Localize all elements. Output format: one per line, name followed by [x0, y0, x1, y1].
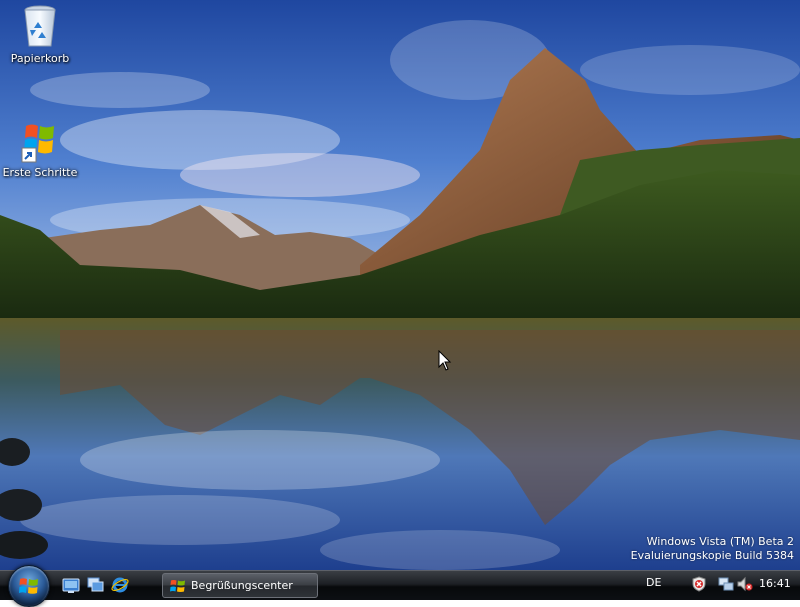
mouse-pointer-icon — [438, 350, 452, 371]
taskbar-button-welcome-center[interactable]: Begrüßungscenter — [162, 573, 318, 598]
desktop[interactable]: Papierkorb Erste Schritte Windows Vista … — [0, 0, 800, 570]
recycle-bin-label: Papierkorb — [10, 52, 70, 65]
notification-area: 16:41 — [680, 571, 800, 600]
system-clock[interactable]: 16:41 — [759, 577, 791, 590]
volume-muted-icon[interactable] — [737, 576, 753, 592]
switch-windows-icon[interactable] — [87, 576, 105, 594]
watermark-line-1: Windows Vista (TM) Beta 2 — [646, 535, 794, 548]
wallpaper-lake-mountain — [0, 0, 800, 570]
windows-flag-shortcut-icon — [21, 124, 54, 163]
language-indicator[interactable]: DE — [646, 576, 661, 589]
recycle-bin-icon — [24, 5, 56, 47]
windows-logo-icon — [19, 578, 38, 594]
build-watermark: Windows Vista (TM) Beta 2 Evaluierungsko… — [631, 535, 794, 563]
windows-flag-icon — [170, 580, 185, 592]
desktop-icon-getting-started[interactable]: Erste Schritte — [0, 116, 80, 179]
watermark-line-2: Evaluierungskopie Build 5384 — [630, 549, 794, 562]
taskbar: Begrüßungscenter DE 16:41 — [0, 565, 800, 607]
taskbar-button-label: Begrüßungscenter — [191, 579, 293, 592]
start-button[interactable] — [8, 565, 50, 607]
security-shield-icon[interactable] — [691, 576, 707, 592]
desktop-icon-recycle-bin[interactable]: Papierkorb — [0, 2, 80, 65]
show-desktop-icon[interactable] — [62, 576, 80, 594]
network-icon[interactable] — [718, 576, 734, 592]
internet-explorer-icon[interactable] — [111, 576, 129, 594]
getting-started-label: Erste Schritte — [2, 166, 78, 179]
